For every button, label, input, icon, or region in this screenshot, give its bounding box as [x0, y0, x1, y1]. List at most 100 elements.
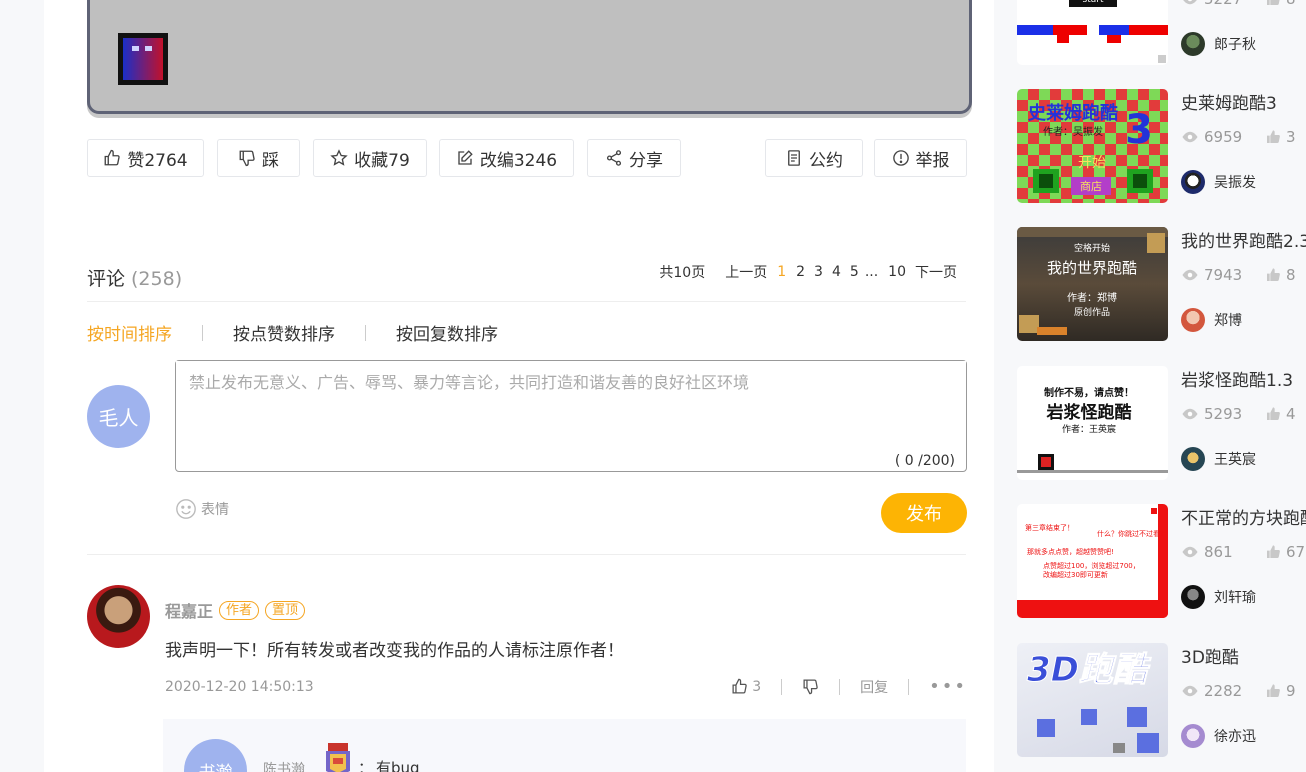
svg-text:改编超过30即可更新: 改编超过30即可更新: [1043, 570, 1108, 579]
comment-dislike-button[interactable]: [782, 678, 839, 695]
comment-header: 程嘉正 作者 置顶: [165, 598, 306, 622]
project-author[interactable]: 郑博: [1181, 308, 1242, 332]
recommend-item[interactable]: 3D跑酷 3D跑酷 2282 9 徐亦迅: [1017, 643, 1306, 757]
more-icon[interactable]: •••: [909, 676, 967, 697]
project-thumbnail[interactable]: 第三章结束了！ 什么？你跳过不过看? 那就多点点赞，超越赞赞吧! 点赞超过100…: [1017, 504, 1168, 618]
comment-like-button[interactable]: 3: [711, 678, 781, 695]
reply-name[interactable]: 陈书瀚: [263, 759, 305, 772]
thumb-up-icon: [732, 678, 747, 694]
author-name: 郎子秋: [1214, 37, 1256, 53]
project-author[interactable]: 徐亦迅: [1181, 724, 1256, 748]
project-thumbnail[interactable]: 3D跑酷: [1017, 643, 1168, 757]
svg-text:商店: 商店: [1080, 179, 1102, 193]
svg-text:开始: 开始: [1078, 155, 1106, 171]
commenter-avatar[interactable]: [87, 585, 150, 648]
pager-ellipsis: ...: [864, 264, 879, 280]
convention-label: 公约: [809, 150, 843, 171]
pager-page[interactable]: 4: [832, 264, 841, 280]
comment-reply-button[interactable]: 回复: [840, 677, 908, 697]
svg-text:作者：王英宸: 作者：王英宸: [1062, 423, 1116, 435]
project-stats: 5293 4: [1181, 405, 1296, 423]
game-preview[interactable]: [87, 0, 972, 114]
project-author[interactable]: 刘轩瑜: [1181, 585, 1256, 609]
project-title[interactable]: 岩浆怪跑酷1.3: [1181, 366, 1293, 391]
report-button[interactable]: 举报: [874, 139, 967, 177]
thumb-down-icon: [239, 150, 255, 167]
recommend-item[interactable]: 空格开始 我的世界跑酷 作者：郑博 原创作品 我的世界跑酷2.3 7943 8 …: [1017, 227, 1306, 341]
favorite-button[interactable]: 收藏79: [313, 139, 427, 177]
project-author[interactable]: 郎子秋: [1181, 32, 1256, 56]
like-count: 3: [1286, 128, 1296, 146]
comments-count: (258): [131, 268, 183, 290]
divider: [87, 301, 966, 302]
player-sprite: [118, 33, 168, 85]
emoji-button[interactable]: 表情: [175, 498, 229, 520]
comment-input[interactable]: [176, 361, 966, 441]
pager-page[interactable]: 5: [850, 264, 859, 280]
convention-button[interactable]: 公约: [765, 139, 863, 177]
eye-icon: [1182, 269, 1198, 281]
svg-text:那就多点点赞，超越赞赞吧!: 那就多点点赞，超越赞赞吧!: [1027, 547, 1114, 556]
pager-page[interactable]: 2: [796, 264, 805, 280]
divider: [87, 554, 966, 555]
char-count: ( 0 /200): [894, 453, 955, 469]
recommend-item[interactable]: 史莱姆跑酷 3 作者：吴振发 开始 商店 史莱姆跑酷3 6959 3 吴振发: [1017, 89, 1306, 203]
pager-prev[interactable]: 上一页: [725, 262, 767, 282]
project-title[interactable]: 不正常的方块跑酷: [1181, 504, 1306, 529]
project-thumbnail[interactable]: 空格开始 我的世界跑酷 作者：郑博 原创作品: [1017, 227, 1168, 341]
medal-icon: [326, 743, 350, 772]
project-thumbnail[interactable]: 史莱姆跑酷 3 作者：吴振发 开始 商店: [1017, 89, 1168, 203]
eye-icon: [1182, 546, 1198, 558]
comment-box: ( 0 /200): [175, 360, 967, 472]
like-count: 4: [1286, 405, 1296, 423]
remix-label: 改编3246: [479, 150, 558, 171]
share-button[interactable]: 分享: [587, 139, 681, 177]
dislike-button[interactable]: 踩: [217, 139, 300, 177]
document-icon: [788, 150, 800, 166]
project-title[interactable]: 史莱姆跑酷3: [1181, 89, 1277, 114]
recommend-item[interactable]: 制作不易，请点赞！ 岩浆怪跑酷 作者：王英宸 岩浆怪跑酷1.3 5293 4 王…: [1017, 366, 1306, 480]
pager-next[interactable]: 下一页: [915, 262, 957, 282]
author-badge: 作者: [219, 600, 260, 620]
pinned-badge: 置顶: [265, 600, 306, 620]
like-label: 赞2764: [127, 150, 188, 171]
like-icon: [1267, 545, 1280, 558]
share-icon: [606, 150, 622, 166]
tab-sort-time[interactable]: 按时间排序: [87, 320, 172, 345]
author-avatar: [1181, 724, 1205, 748]
recommend-item[interactable]: 第三章结束了！ 什么？你跳过不过看? 那就多点点赞，超越赞赞吧! 点赞超过100…: [1017, 504, 1306, 618]
svg-text:3: 3: [1125, 107, 1153, 153]
eye-icon: [1182, 131, 1198, 143]
reply-avatar[interactable]: 书瀚: [184, 739, 247, 772]
pager-total: 共10页: [659, 265, 706, 281]
like-button[interactable]: 赞2764: [87, 139, 204, 177]
project-stats: 2282 9: [1181, 682, 1296, 700]
project-title[interactable]: 我的世界跑酷2.3: [1181, 227, 1306, 252]
view-count: 2282: [1204, 682, 1243, 700]
svg-text:制作不易，请点赞！: 制作不易，请点赞！: [1044, 386, 1134, 399]
dislike-label: 踩: [262, 150, 279, 171]
commenter-name[interactable]: 程嘉正: [165, 598, 213, 622]
recommend-item[interactable]: start 5227 8 郎子秋: [1017, 0, 1306, 65]
publish-button[interactable]: 发布: [881, 493, 967, 533]
main-card: 赞2764 踩 收藏79 改编3246 分享 公约 举报 评论 (258) 共10…: [44, 0, 994, 772]
project-title[interactable]: 3D跑酷: [1181, 643, 1239, 668]
pager-page[interactable]: 3: [814, 264, 823, 280]
project-author[interactable]: 吴振发: [1181, 170, 1256, 194]
like-count: 8: [1286, 266, 1296, 284]
comments-title: 评论 (258): [87, 268, 183, 290]
pager-page[interactable]: 10: [888, 264, 906, 280]
view-count: 5293: [1204, 405, 1243, 423]
tab-sort-likes[interactable]: 按点赞数排序: [233, 320, 335, 345]
project-thumbnail[interactable]: 制作不易，请点赞！ 岩浆怪跑酷 作者：王英宸: [1017, 366, 1168, 480]
like-count: 9: [1286, 682, 1296, 700]
remix-button[interactable]: 改编3246: [439, 139, 574, 177]
project-thumbnail[interactable]: start: [1017, 0, 1168, 65]
project-author[interactable]: 王英宸: [1181, 447, 1256, 471]
tab-sort-replies[interactable]: 按回复数排序: [396, 320, 498, 345]
star-icon: [330, 149, 348, 166]
pager-page[interactable]: 1: [777, 264, 786, 280]
eye-icon: [1182, 408, 1198, 420]
comment-like-count: 3: [752, 678, 762, 695]
svg-text:作者：郑博: 作者：郑博: [1067, 291, 1117, 304]
